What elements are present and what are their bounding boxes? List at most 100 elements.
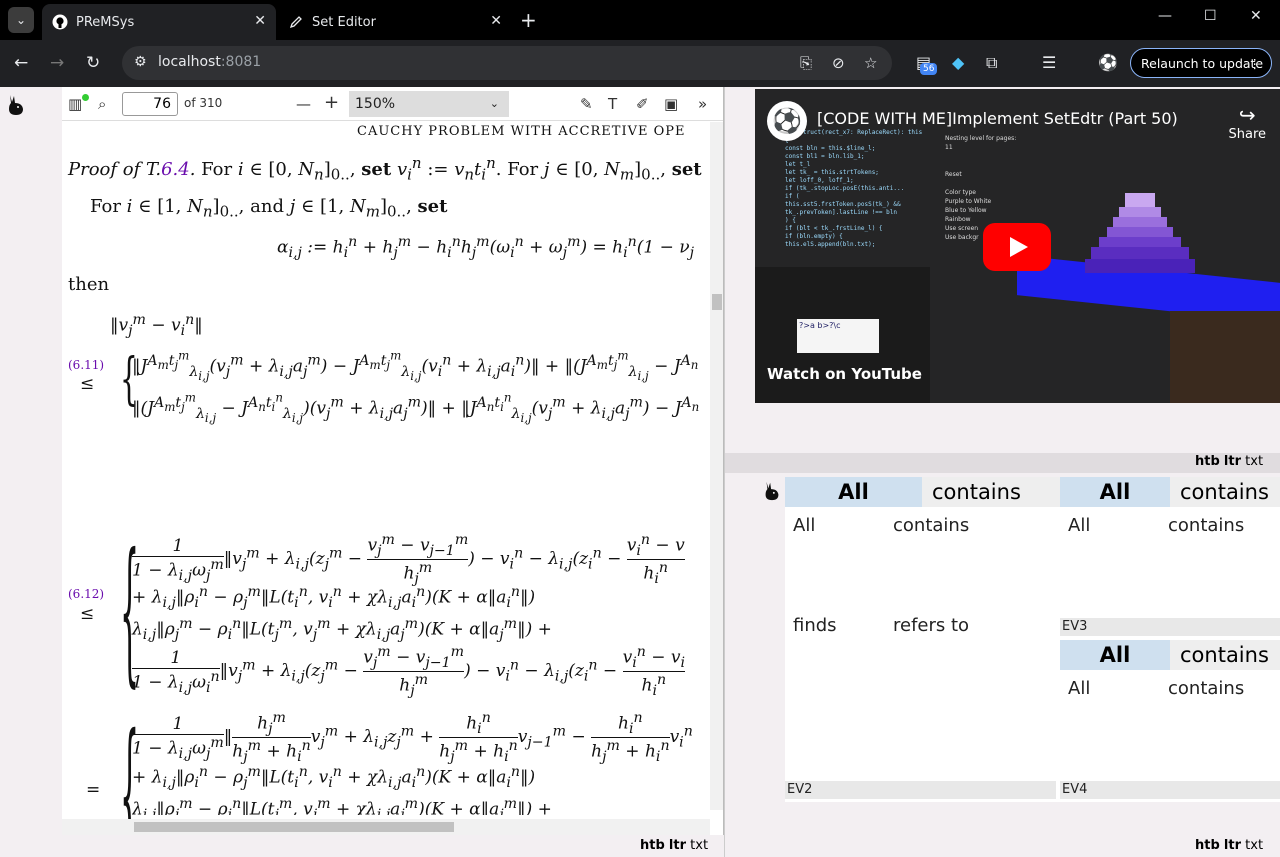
set-editor-area: All contains All contains All contains A… bbox=[785, 477, 1280, 802]
contains-relation[interactable]: contains bbox=[1170, 477, 1280, 507]
set-cell[interactable]: finds bbox=[793, 615, 837, 636]
chevron-down-icon: ⌄ bbox=[489, 97, 499, 110]
close-tab-icon[interactable]: ✕ bbox=[490, 13, 502, 29]
zoom-in-button[interactable]: + bbox=[324, 92, 339, 113]
relaunch-button[interactable]: Relaunch to update ⋮ bbox=[1130, 48, 1272, 78]
htb-toggle[interactable]: htb bbox=[1195, 454, 1220, 469]
rabbit-logo-icon[interactable] bbox=[761, 480, 783, 502]
reading-list-icon[interactable]: ☰ bbox=[1042, 53, 1056, 72]
set-cell[interactable]: contains bbox=[1168, 515, 1244, 536]
scroll-thumb[interactable] bbox=[134, 822, 454, 832]
reload-icon[interactable]: ↻ bbox=[86, 53, 100, 73]
layout-footer: htb ltr txt bbox=[640, 838, 708, 856]
close-tab-icon[interactable]: ✕ bbox=[254, 13, 266, 29]
browser-toolbar: ← → ↻ ⚙ localhost:8081 ⎘ ⊘ ☆ ▤ ◆ ⧉ ☰ ⚽ bbox=[0, 40, 1280, 87]
page-total: of 310 bbox=[184, 96, 223, 110]
set-header: All contains bbox=[1060, 477, 1280, 507]
status-dot bbox=[82, 94, 89, 101]
eye-off-icon[interactable]: ⊘ bbox=[832, 54, 845, 72]
set-label-ev3: EV3 bbox=[1060, 618, 1280, 636]
share-button[interactable]: ↪ Share bbox=[1228, 103, 1266, 142]
scroll-thumb[interactable] bbox=[712, 294, 722, 310]
page-number-input[interactable]: 76 bbox=[122, 92, 178, 116]
all-quantifier[interactable]: All bbox=[785, 477, 922, 507]
txt-toggle[interactable]: txt bbox=[1245, 454, 1263, 469]
play-button[interactable] bbox=[983, 223, 1051, 271]
pdf-viewer: ▥ ⌕ 76 of 310 — + 150% ⌄ ✎ T ✐ ▣ » CAUCHY… bbox=[62, 87, 724, 835]
sidebar-toggle-icon[interactable]: ▥ bbox=[68, 95, 82, 113]
ltr-toggle[interactable]: ltr bbox=[1224, 454, 1241, 469]
equals-symbol: = bbox=[86, 780, 101, 800]
highlight-icon[interactable]: ✎ bbox=[580, 95, 593, 113]
htb-toggle[interactable]: htb bbox=[1195, 838, 1220, 853]
eq-line: 11 − λi,jωjm‖ hjm hjm + hinvjm + λi,jzjm +… bbox=[132, 710, 693, 766]
horizontal-scrollbar[interactable] bbox=[62, 819, 710, 835]
txt-toggle[interactable]: txt bbox=[690, 838, 708, 853]
maximize-button[interactable]: ☐ bbox=[1204, 8, 1217, 24]
watch-on-youtube-button[interactable]: Watch on YouTube bbox=[767, 365, 922, 383]
set-label-ev4: EV4 bbox=[1060, 781, 1280, 799]
set-cell[interactable]: contains bbox=[893, 515, 969, 536]
tab-title: Set Editor bbox=[312, 14, 376, 30]
leq-symbol: ≤ bbox=[80, 604, 95, 624]
proof-line: Proof of T.6.4. For i ∈ [0, Nn]0.., set … bbox=[68, 154, 702, 184]
all-quantifier[interactable]: All bbox=[1060, 640, 1170, 670]
url-text[interactable]: localhost:8081 bbox=[158, 54, 261, 70]
equation-ref-6-11: (6.11) bbox=[68, 358, 105, 372]
zoom-out-button[interactable]: — bbox=[296, 95, 311, 113]
vertical-scrollbar[interactable] bbox=[710, 122, 723, 810]
right-pane: ?>a b>?\c #construct(rect_x7: ReplaceRec… bbox=[724, 87, 1280, 857]
bookmark-star-icon[interactable]: ☆ bbox=[864, 54, 877, 72]
set-cell[interactable]: All bbox=[1068, 515, 1090, 536]
txt-toggle[interactable]: txt bbox=[1245, 838, 1263, 853]
install-app-icon[interactable]: ⎘ bbox=[800, 54, 812, 72]
back-icon[interactable]: ← bbox=[14, 53, 28, 73]
draw-icon[interactable]: ✐ bbox=[636, 95, 649, 113]
set-cell[interactable]: All bbox=[793, 515, 815, 536]
github-icon bbox=[52, 14, 68, 30]
video-title[interactable]: [CODE WITH ME]Implement SetEdtr (Part 50… bbox=[817, 109, 1178, 128]
new-tab-button[interactable]: + bbox=[520, 8, 537, 32]
channel-avatar-icon[interactable]: ⚽ bbox=[767, 101, 807, 141]
youtube-logo: YouTube bbox=[851, 365, 922, 383]
site-settings-icon[interactable]: ⚙ bbox=[134, 54, 147, 70]
forward-icon[interactable]: → bbox=[50, 53, 64, 73]
search-icon[interactable]: ⌕ bbox=[98, 95, 106, 113]
tab-premsys[interactable]: PReMSys ✕ bbox=[42, 4, 276, 40]
extension-badge: 56 bbox=[920, 63, 938, 75]
eq-line: ‖(JAmtjmλi,j − JAntinλi,j)(vjm + λi,jajm… bbox=[132, 390, 700, 425]
profile-icon[interactable]: ⚽ bbox=[1098, 53, 1118, 72]
eq-line: λi,j‖ρjm − ρin‖L(tjm, vjm + χλi,jajm)(K … bbox=[132, 616, 552, 644]
more-menu-icon[interactable]: ⋮ bbox=[1249, 56, 1262, 71]
contains-relation[interactable]: contains bbox=[922, 477, 1060, 507]
image-icon[interactable]: ▣ bbox=[664, 95, 678, 113]
set-label-ev2: EV2 bbox=[785, 781, 1056, 799]
more-tools-icon[interactable]: » bbox=[698, 95, 707, 113]
minimize-button[interactable]: — bbox=[1158, 8, 1172, 24]
pdf-toolbar: ▥ ⌕ 76 of 310 — + 150% ⌄ ✎ T ✐ ▣ » bbox=[62, 87, 723, 121]
youtube-embed[interactable]: ?>a b>?\c #construct(rect_x7: ReplaceRec… bbox=[755, 89, 1280, 403]
ltr-toggle[interactable]: ltr bbox=[1224, 838, 1241, 853]
leq-symbol: ≤ bbox=[80, 374, 95, 394]
tab-set-editor[interactable]: Set Editor ✕ bbox=[278, 4, 512, 40]
then-text: then bbox=[68, 274, 110, 295]
tab-search-button[interactable]: ⌄ bbox=[8, 7, 34, 33]
close-window-button[interactable]: ✕ bbox=[1250, 8, 1262, 24]
contains-relation[interactable]: contains bbox=[1170, 640, 1280, 670]
ltr-toggle[interactable]: ltr bbox=[669, 838, 686, 853]
text-tool-icon[interactable]: T bbox=[608, 95, 617, 113]
puzzle-icon[interactable]: ⧉ bbox=[986, 53, 997, 73]
rabbit-logo-icon[interactable] bbox=[4, 93, 28, 117]
diamond-icon[interactable]: ◆ bbox=[952, 53, 964, 72]
htb-toggle[interactable]: htb bbox=[640, 838, 665, 853]
zoom-select[interactable]: 150% ⌄ bbox=[349, 91, 509, 117]
tab-strip: ⌄ PReMSys ✕ Set Editor ✕ + — ☐ ✕ bbox=[0, 0, 1280, 40]
set-cell[interactable]: contains bbox=[1168, 678, 1244, 699]
address-bar[interactable]: ⚙ localhost:8081 ⎘ ⊘ ☆ bbox=[122, 46, 892, 80]
all-quantifier[interactable]: All bbox=[1060, 477, 1170, 507]
set-cell[interactable]: refers to bbox=[893, 615, 969, 636]
eq-line: + λi,j‖ρin − ρjm‖L(tin, vin + χλi,jain)(… bbox=[132, 764, 536, 792]
equation-ref-6-12: (6.12) bbox=[68, 587, 105, 601]
eq-line: 11 − λi,jωin‖vjm + λi,j(zjm − vjm − vj−1… bbox=[132, 644, 686, 700]
set-cell[interactable]: All bbox=[1068, 678, 1090, 699]
